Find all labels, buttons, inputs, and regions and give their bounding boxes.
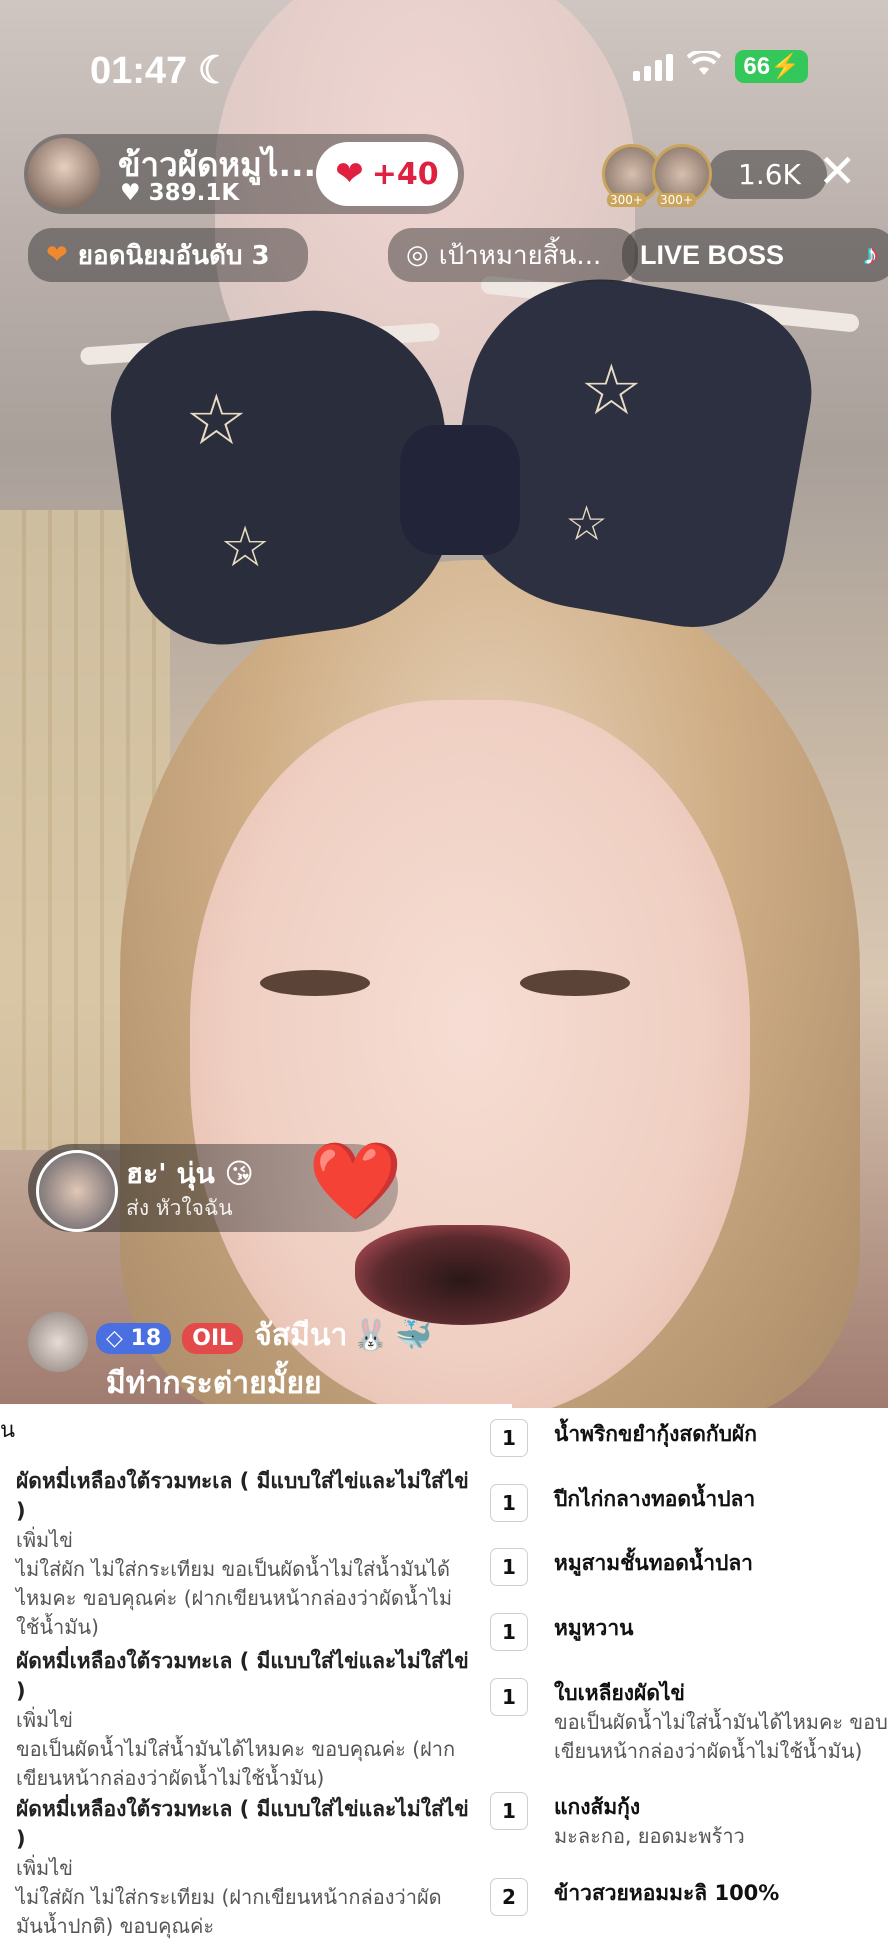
star-decoration-icon: ☆ — [565, 496, 609, 552]
order-item-option: เพิ่มไข่ — [16, 1708, 73, 1732]
goal-tag[interactable]: ◎ เป้าหมายสิ้น... — [388, 228, 638, 282]
order-item: ผัดหมี่เหลืองใต้รวมทะเล ( มีแบบใส่ไข่และ… — [16, 1794, 476, 1941]
comment-text: มีท่ากระต่ายมั้ยย — [106, 1366, 322, 1401]
quantity-box: 1 — [490, 1419, 528, 1457]
order-line: 1 น้ำพริกขยำกุ้งสดกับผัก — [490, 1419, 888, 1457]
status-time: 01:47 ☾ — [90, 50, 232, 92]
heart-icon: ♥ — [120, 180, 141, 206]
order-line-note: ขอเป็นผัดน้ำไม่ใส่น้ำมันได้ไหมคะ ขอบคุณ — [554, 1710, 888, 1734]
order-line-title: น้ำพริกขยำกุ้งสดกับผัก — [554, 1422, 757, 1446]
order-item-note: ไหมคะ ขอบคุณค่ะ (ฝากเขียนหน้ากล่องว่าผัด… — [16, 1586, 452, 1610]
battery-indicator: 66⚡ — [735, 50, 808, 83]
viewer-count[interactable]: 1.6K — [708, 149, 827, 199]
close-icon[interactable]: ✕ — [818, 148, 857, 194]
order-line-title: หมูหวาน — [554, 1616, 634, 1640]
gift-description: ส่ง หัวใจฉัน — [126, 1196, 233, 1220]
quantity-box: 1 — [490, 1792, 528, 1830]
ranking-tag[interactable]: ❤ ยอดนิยมอันดับ 3 — [28, 228, 308, 282]
order-item-title: ผัดหมี่เหลืองใต้รวมทะเล ( มีแบบใส่ไข่และ… — [16, 1649, 469, 1703]
chat-comment: ◇ 18 OIL จัสมีนา 🐰 🐳 — [96, 1312, 432, 1359]
level-badge: ◇ 18 — [96, 1323, 172, 1354]
order-line-title: แกงส้มกุ้ง — [554, 1795, 641, 1819]
order-item: ผัดหมี่เหลืองใต้รวมทะเล ( มีแบบใส่ไข่และ… — [16, 1466, 476, 1642]
order-item-note: ขอเป็นผัดน้ำไม่ใส่น้ำมันได้ไหมคะ ขอบคุณค… — [16, 1737, 456, 1761]
host-likes: ♥ 389.1K — [120, 180, 240, 206]
team-badge: OIL — [182, 1323, 244, 1354]
star-decoration-icon: ☆ — [220, 515, 271, 580]
order-line-title: หมูสามชั้นทอดน้ำปลา — [554, 1551, 753, 1575]
streamer-eye-left — [260, 970, 370, 996]
order-item-note: มันน้ำปกติ) ขอบคุณค่ะ — [16, 1914, 215, 1938]
target-icon: ◎ — [406, 240, 429, 270]
wifi-icon — [687, 48, 722, 83]
order-line: 1 หมูหวาน — [490, 1613, 888, 1651]
tiktok-icon: ♪ — [864, 239, 878, 270]
order-item: ผัดหมี่เหลืองใต้รวมทะเล ( มีแบบใส่ไข่และ… — [16, 1646, 476, 1793]
order-line-title: ข้าวสวยหอมมะลิ 100% — [554, 1881, 780, 1905]
order-line: 1 หมูสามชั้นทอดน้ำปลา — [490, 1548, 888, 1586]
star-decoration-icon: ☆ — [580, 349, 643, 431]
hair-bow: ☆ ☆ ☆ ☆ — [79, 257, 860, 695]
order-item-note: ใช้น้ำมัน) — [16, 1615, 99, 1639]
order-line: 1 ใบเหลียงผัดไข่ ขอเป็นผัดน้ำไม่ใส่น้ำมั… — [490, 1678, 888, 1766]
order-item-note: ไม่ใส่ผัก ไม่ใส่กระเทียม (ฝากเขียนหน้ากล… — [16, 1885, 442, 1909]
rabbit-icon: 🐰 — [352, 1318, 390, 1353]
signal-icon — [633, 53, 674, 81]
order-item-note: เขียนหน้ากล่องว่าผัดน้ำไม่ใช้น้ำมัน) — [16, 1766, 325, 1790]
order-line-note: เขียนหน้ากล่องว่าผัดน้ำไม่ใช้น้ำมัน) — [554, 1739, 863, 1763]
streamer-eye-right — [520, 970, 630, 996]
gifter-avatar[interactable] — [36, 1150, 118, 1232]
live-boss-tag[interactable]: LIVE BOSS ♪ — [622, 228, 888, 282]
section-label: น — [0, 1418, 16, 1443]
order-line-title: ปีกไก่กลางทอดน้ำปลา — [554, 1487, 756, 1511]
like-button[interactable]: ❤ +40 — [316, 142, 458, 206]
order-line: 1 ปีกไก่กลางทอดน้ำปลา — [490, 1484, 888, 1522]
order-item-option: เพิ่มไข่ — [16, 1856, 73, 1880]
heart-icon: ❤ — [335, 154, 364, 194]
order-line: 2 ข้าวสวยหอมมะลิ 100% — [490, 1878, 888, 1916]
star-decoration-icon: ☆ — [185, 379, 248, 461]
gift-notification: ฮะ' นุ่น 😘 ส่ง หัวใจฉัน ❤️ — [28, 1136, 403, 1232]
whale-icon: 🐳 — [394, 1318, 433, 1353]
quantity-box: 1 — [490, 1484, 528, 1522]
order-item-title: ผัดหมี่เหลืองใต้รวมทะเล ( มีแบบใส่ไข่และ… — [16, 1469, 469, 1523]
broken-heart-icon: ❤ — [46, 240, 68, 270]
status-icons: 66⚡ — [633, 48, 808, 83]
top-viewer-avatar[interactable]: 300+ — [652, 144, 712, 207]
moon-icon: ☾ — [197, 50, 232, 92]
quantity-box: 1 — [490, 1613, 528, 1651]
order-line-title: ใบเหลียงผัดไข่ — [554, 1681, 685, 1705]
viewer-list[interactable]: 300+ 300+ 1.6K — [602, 144, 827, 207]
streamer-mouth — [355, 1225, 570, 1325]
quantity-box: 1 — [490, 1678, 528, 1716]
quantity-box: 1 — [490, 1548, 528, 1586]
order-line: 1 แกงส้มกุ้ง มะละกอ, ยอดมะพร้าว — [490, 1792, 888, 1851]
heart-gift-icon: ❤️ — [308, 1136, 403, 1225]
quantity-box: 2 — [490, 1878, 528, 1916]
commenter-avatar[interactable] — [28, 1312, 88, 1372]
commenter-name: จัสมีนา — [254, 1318, 348, 1353]
order-item-title: ผัดหมี่เหลืองใต้รวมทะเล ( มีแบบใส่ไข่และ… — [16, 1797, 469, 1851]
order-item-option: เพิ่มไข่ — [16, 1528, 73, 1552]
host-avatar[interactable] — [28, 138, 100, 210]
kiss-emoji-icon: 😘 — [224, 1157, 254, 1190]
gifter-name: ฮะ' นุ่น 😘 — [126, 1157, 254, 1190]
order-item-note: ไม่ใส่ผัก ไม่ใส่กระเทียม ขอเป็นผัดน้ำไม่… — [16, 1557, 451, 1581]
order-line-note: มะละกอ, ยอดมะพร้าว — [554, 1824, 745, 1848]
